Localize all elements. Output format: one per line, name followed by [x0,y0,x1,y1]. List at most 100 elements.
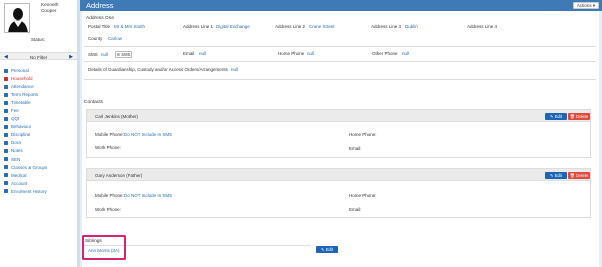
sidebar-item-label: Personal [11,68,29,73]
address-line2-label: Address Line 2 [275,24,306,29]
email-label: Email: [349,207,362,212]
mobile-phone-value: Do NOT Include In SMS [124,193,173,198]
report-icon [3,92,8,97]
contacts-section-title: Contacts [84,100,103,105]
delete-contact-button[interactable]: 🗑 Delete [568,112,590,120]
sidebar-item-label: Account [11,180,28,186]
sidebar-item-personal[interactable]: Personal [0,67,77,75]
contact-name: Carl Jenkins (Mother) [95,113,139,119]
status-label: Status: [31,37,46,42]
contact-card-header: Carl Jenkins (Mother) ✎ Edit 🗑 Delete [87,110,590,122]
mobile-phone-label: Mobile Phone: [95,132,124,137]
edit-contact-button[interactable]: ✎ Edit [545,112,567,120]
student-name: Kenneth Cooper [41,2,58,14]
delete-contact-button[interactable]: 🗑 Delete [568,171,590,179]
mobile-phone-value: Do NOT Include In SMS [124,132,173,137]
work-phone-label: Work Phone: [95,145,121,150]
sidebar-item-sen[interactable]: SEN [0,156,77,164]
address-line1-label: Address Line 1 [183,24,214,29]
house-icon [3,76,8,81]
sidebar-item-label: Medical [11,172,27,178]
mobile-phone-label: Mobile Phone: [95,193,124,198]
sidebar-item-label: Enrolment History [11,188,47,194]
address-section-title: Address One [86,16,114,21]
county-label: County [88,36,103,41]
sidebar-item-classes-groups[interactable]: Classes & Groups [0,164,77,172]
document-icon [3,141,8,146]
sms-button[interactable]: ✉ SMS [115,50,132,58]
student-profile: Kenneth Cooper Status: [0,0,77,45]
sidebar-item-label: QQI [11,116,20,122]
person-icon [3,68,8,73]
address-line2-value: Crane Street [309,24,335,29]
sms-value: null [101,52,109,57]
sidebar-item-label: Notes [11,148,23,154]
contact-card: Carl Jenkins (Mother) ✎ Edit 🗑 Delete Mo… [86,109,591,158]
sidebar-item-label: Household [11,76,33,82]
filter-next-icon[interactable]: ▶ [69,54,73,60]
county-value: Carlow [108,36,123,41]
email-value: null [199,51,207,56]
edit-siblings-button[interactable]: ✎ Edit [316,246,338,253]
sidebar-item-label: Fee [11,108,19,114]
sidebar-item-label: Attendance [11,84,34,90]
other-phone-label: Other Phone [372,51,398,56]
section-divider [84,79,596,80]
behaviour-icon [3,124,8,129]
money-icon [3,108,8,113]
other-phone-value: null [402,51,410,56]
contact-card-header: Gary Anderson (Father) ✎ Edit 🗑 Delete [87,169,590,181]
calendar-icon [3,84,8,89]
group-icon [3,165,8,170]
home-phone-value: null [307,51,315,56]
sidebar-item-term-reports[interactable]: Term Reports [0,91,77,99]
sidebar-item-label: Docs [11,140,22,146]
edit-contact-button[interactable]: ✎ Edit [545,171,567,179]
filter-bar: ◀ No Filter ▶ [0,52,77,60]
email-label: Email: [349,146,362,151]
sidebar-item-behaviour[interactable]: Behaviour [0,123,77,131]
sidebar-item-timetable[interactable]: Timetable [0,99,77,107]
postal-title-label: Postal Title [88,24,111,29]
medical-icon [3,173,8,178]
sidebar-item-docs[interactable]: Docs [0,139,77,147]
sidebar-item-label: Discipline [11,132,31,138]
sidebar-item-account[interactable]: Account [0,180,77,188]
sidebar-item-qqi[interactable]: QQI [0,115,77,123]
avatar [4,3,30,33]
address-line4-label: Address Line 4 [467,24,498,29]
student-silhouette-icon [5,4,29,32]
work-phone-label: Work Phone: [95,207,121,212]
home-phone-label: Home Phone: [349,132,377,137]
discipline-icon [3,132,8,137]
sidebar-item-discipline[interactable]: Discipline [0,131,77,139]
sidebar-item-enrolment-history[interactable]: Enrolment History [0,188,77,196]
sidebar-item-medical[interactable]: Medical [0,172,77,180]
contact-name: Gary Anderson (Father) [95,172,143,178]
address-line3-label: Address Line 3 [371,24,402,29]
section-divider [84,46,596,47]
home-phone-label: Home Phone [278,51,305,56]
sidebar-item-attendance[interactable]: Attendance [0,83,77,91]
guardianship-label: Details of Guardianship, Custody and/or … [88,67,228,72]
sidebar-item-label: Behaviour [11,124,32,130]
student-last-name: Cooper [41,8,57,13]
sidebar-nav: Personal Household Attendance Term Reports T… [0,67,77,196]
sidebar-item-label: Term Reports [11,92,39,98]
siblings-highlight [82,235,126,260]
actions-dropdown[interactable]: Actions ▾ [573,1,599,9]
history-icon [3,189,8,194]
email-label: Email [183,51,195,56]
page-title: Address [86,0,114,10]
section-divider [84,61,596,62]
filter-label[interactable]: No Filter [0,55,77,60]
sidebar-item-household[interactable]: Household [0,75,77,83]
sidebar-item-label: Timetable [11,100,31,106]
sidebar-item-notes[interactable]: Notes [0,147,77,155]
contact-card: Gary Anderson (Father) ✎ Edit 🗑 Delete M… [86,168,591,218]
guardianship-value: null [231,67,239,72]
sidebar-item-fee[interactable]: Fee [0,107,77,115]
sen-icon [3,157,8,162]
sidebar-item-label: Classes & Groups [11,164,48,170]
timetable-icon [3,100,8,105]
